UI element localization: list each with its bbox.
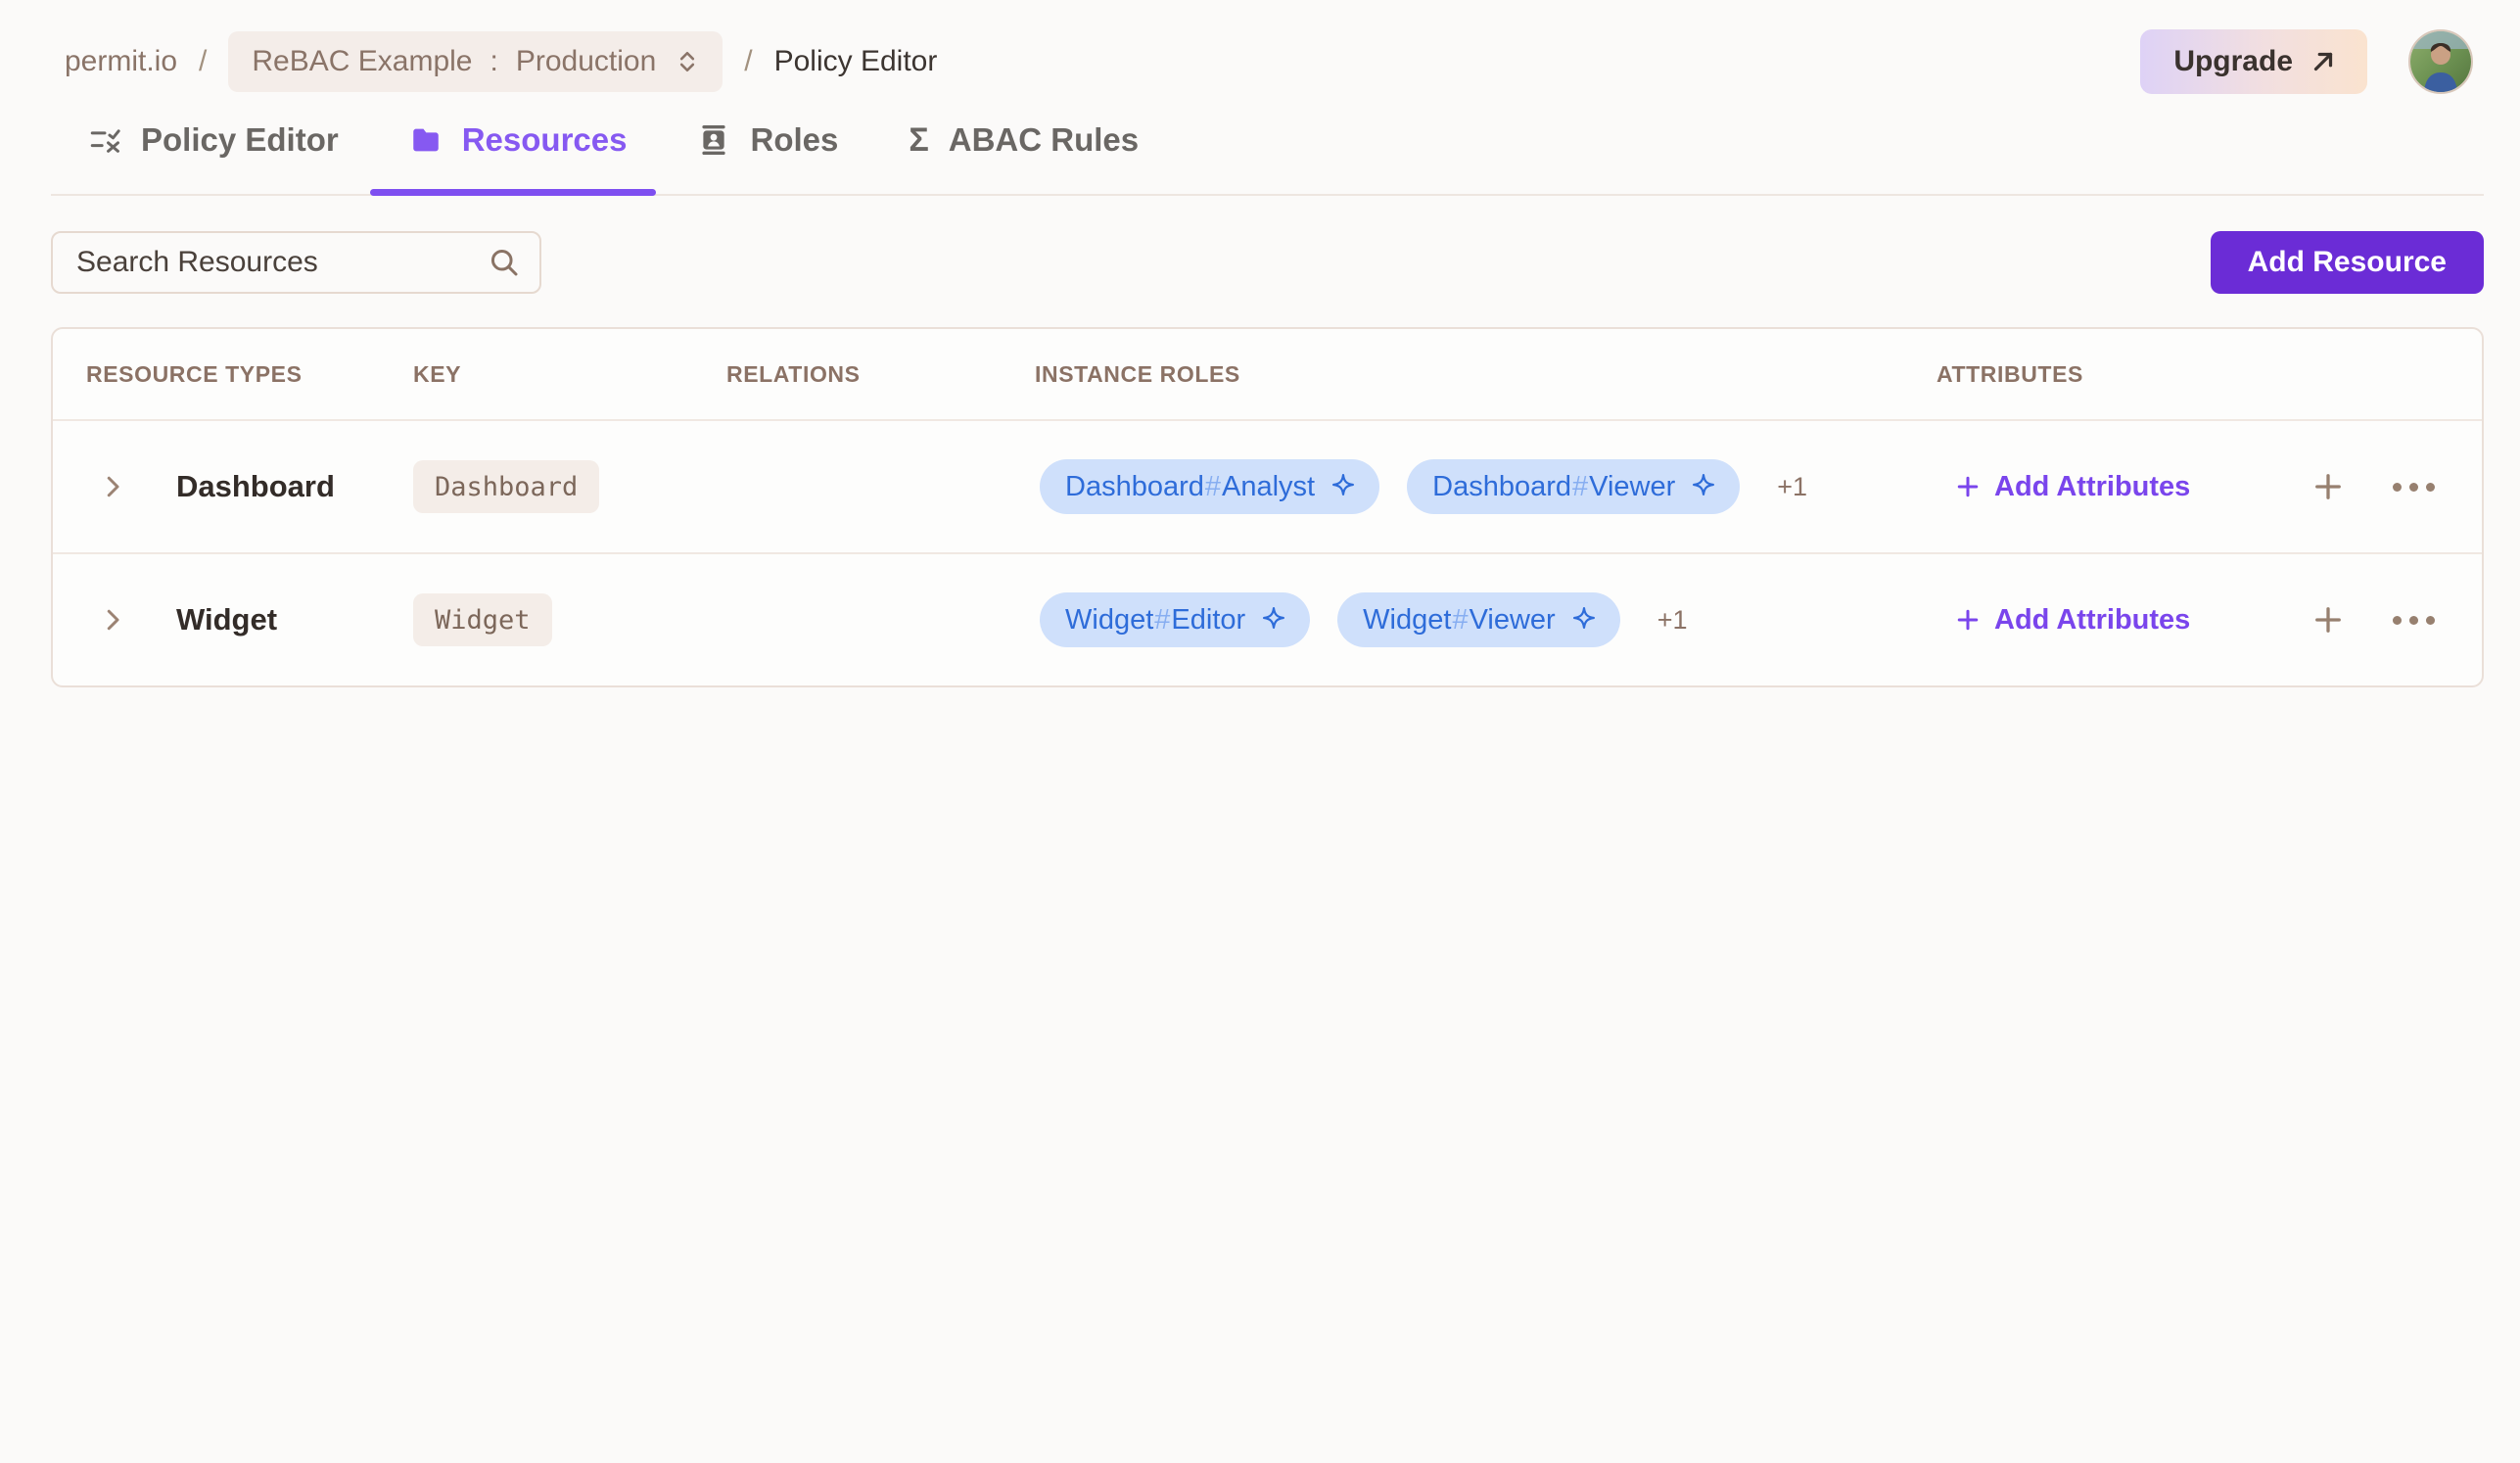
tab-label: Roles — [750, 121, 839, 158]
add-row-item-icon[interactable] — [2310, 469, 2346, 504]
chip-hash: # — [1204, 470, 1222, 502]
table-row: Dashboard Dashboard Dashboard # Analyst Das… — [53, 419, 2482, 552]
chip-resource: Widget — [1363, 603, 1452, 636]
add-attributes-button[interactable]: Add Attributes — [1953, 471, 2190, 503]
column-header-instance-roles: Instance Roles — [1035, 360, 1240, 387]
plus-icon — [1953, 605, 1983, 635]
breadcrumb-separator: / — [744, 45, 753, 77]
plus-icon — [1953, 472, 1983, 501]
relations-cell — [726, 421, 1035, 552]
add-attributes-label: Add Attributes — [1994, 470, 2191, 502]
add-row-item-icon[interactable] — [2310, 602, 2346, 637]
external-arrow-icon — [2309, 47, 2338, 76]
column-header-resource-types: Resource Types — [86, 360, 303, 387]
breadcrumb-org[interactable]: permit.io — [65, 45, 177, 78]
instance-role-chips: Dashboard # Analyst Dashboard # Viewer — [1040, 459, 1741, 514]
add-attributes-label: Add Attributes — [1994, 603, 2191, 636]
sparkle-icon — [1675, 472, 1718, 501]
chip-role: Viewer — [1589, 470, 1676, 502]
breadcrumb: permit.io / ReBAC Example : Production /… — [65, 31, 937, 92]
upgrade-label: Upgrade — [2173, 45, 2293, 77]
relations-cell — [726, 554, 1035, 685]
tab-label: Policy Editor — [141, 121, 339, 158]
add-resource-button[interactable]: Add Resource — [2210, 231, 2484, 294]
policy-rules-icon — [88, 123, 121, 157]
add-attributes-button[interactable]: Add Attributes — [1953, 604, 2190, 637]
row-menu-icon[interactable] — [2393, 615, 2435, 625]
expand-chevron-icon[interactable] — [98, 605, 127, 635]
table-header: Resource Types Key Relations Instance Ro… — [53, 329, 2482, 419]
resource-name: Widget — [176, 602, 278, 637]
tab-roles[interactable]: Roles — [697, 94, 838, 194]
chip-resource: Dashboard — [1432, 470, 1571, 502]
resource-name: Dashboard — [176, 469, 335, 503]
sparkle-icon — [1315, 472, 1358, 501]
tab-label: Resources — [461, 121, 628, 158]
sigma-icon: Σ — [909, 121, 929, 159]
project-env-separator: : — [490, 45, 498, 77]
row-menu-icon[interactable] — [2393, 482, 2435, 492]
upgrade-button[interactable]: Upgrade — [2140, 29, 2367, 94]
column-header-relations: Relations — [726, 360, 861, 387]
environment-name: Production — [515, 45, 657, 77]
chevron-up-down-icon — [674, 48, 701, 75]
chip-hash: # — [1452, 603, 1469, 636]
sparkle-icon — [1556, 605, 1599, 635]
chip-hash: # — [1154, 603, 1171, 636]
chip-role: Viewer — [1469, 603, 1556, 636]
project-environment-selector[interactable]: ReBAC Example : Production — [228, 31, 723, 92]
instance-role-chip[interactable]: Dashboard # Analyst — [1040, 459, 1380, 514]
top-bar: permit.io / ReBAC Example : Production /… — [65, 29, 2473, 94]
instance-role-chips: Widget # Editor Widget # Viewer — [1040, 592, 1620, 647]
tab-bar: Policy Editor Resources Roles Σ ABAC Rul… — [51, 94, 2484, 196]
sparkle-icon — [1245, 605, 1288, 635]
resources-table: Resource Types Key Relations Instance Ro… — [51, 327, 2484, 687]
search-box — [51, 231, 541, 294]
folder-icon — [409, 123, 443, 157]
chip-resource: Widget — [1065, 603, 1154, 636]
column-header-attributes: Attributes — [1937, 360, 2083, 387]
breadcrumb-separator: / — [199, 45, 208, 77]
more-roles-count[interactable]: +1 — [1657, 605, 1688, 636]
search-resources-input[interactable] — [51, 231, 541, 294]
breadcrumb-page: Policy Editor — [773, 45, 938, 77]
chip-role: Analyst — [1222, 470, 1316, 502]
project-name: ReBAC Example — [252, 45, 473, 77]
table-body: Dashboard Dashboard Dashboard # Analyst Das… — [53, 419, 2482, 685]
resources-toolbar: Add Resource — [51, 231, 2484, 294]
tab-label: ABAC Rules — [948, 121, 1140, 158]
column-header-key: Key — [413, 360, 462, 387]
policy-editor-page: permit.io / ReBAC Example : Production /… — [0, 0, 2520, 1463]
instance-role-chip[interactable]: Dashboard # Viewer — [1407, 459, 1741, 514]
more-roles-count[interactable]: +1 — [1777, 472, 1807, 502]
tab-abac-rules[interactable]: Σ ABAC Rules — [909, 94, 1139, 194]
table-row: Widget Widget Widget # Editor Widget # Viewer… — [53, 552, 2482, 685]
resource-key-badge: Widget — [413, 593, 552, 646]
top-bar-actions: Upgrade — [2140, 29, 2473, 94]
resource-key-badge: Dashboard — [413, 460, 600, 513]
id-card-icon — [697, 123, 730, 157]
instance-role-chip[interactable]: Widget # Viewer — [1337, 592, 1620, 647]
chip-hash: # — [1572, 470, 1589, 502]
user-avatar[interactable] — [2408, 29, 2473, 94]
tab-policy-editor[interactable]: Policy Editor — [88, 94, 339, 194]
chip-resource: Dashboard — [1065, 470, 1204, 502]
tab-resources[interactable]: Resources — [369, 94, 657, 196]
chip-role: Editor — [1171, 603, 1246, 636]
instance-role-chip[interactable]: Widget # Editor — [1040, 592, 1311, 647]
expand-chevron-icon[interactable] — [98, 472, 127, 501]
